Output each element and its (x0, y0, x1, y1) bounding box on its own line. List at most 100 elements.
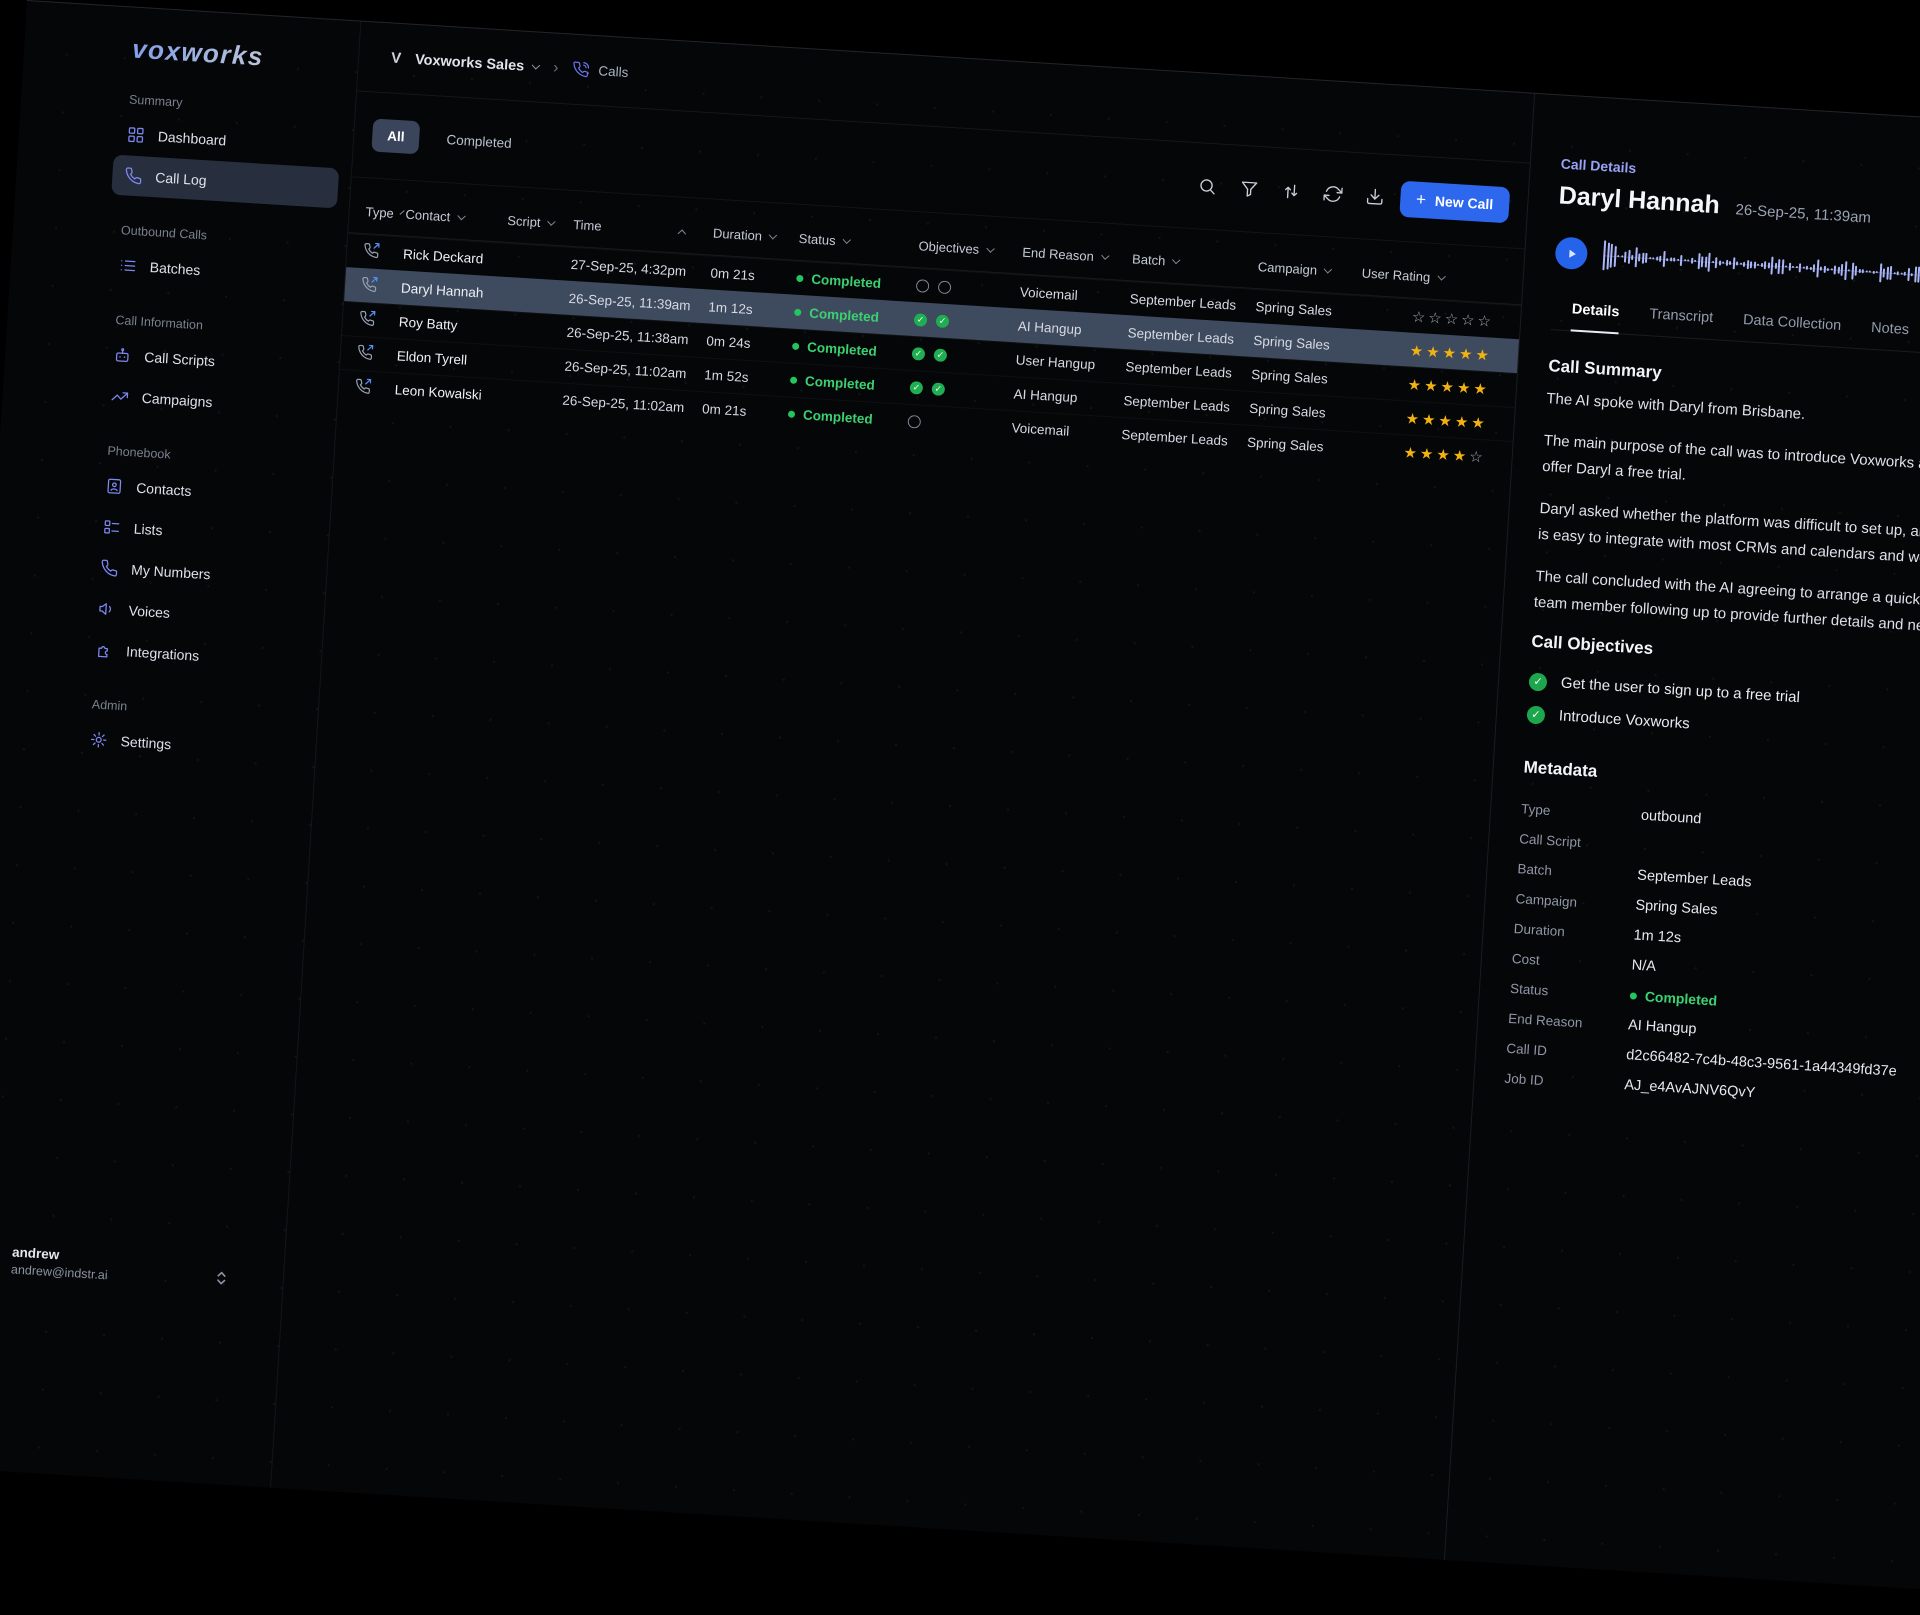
details-tab-notes[interactable]: Notes (1870, 320, 1910, 351)
star-icon: ★ (1426, 342, 1444, 361)
cell-status: Completed (788, 270, 909, 292)
sidebar-item-label: Call Log (155, 169, 207, 188)
cell-time: 26-Sep-25, 11:02am (556, 358, 697, 382)
star-icon: ★ (1405, 409, 1423, 428)
chevron-down-icon (1101, 251, 1109, 259)
cell-duration: 0m 24s (698, 333, 785, 353)
star-icon: ★ (1438, 411, 1456, 430)
cell-objectives: ✓✓ (901, 380, 1006, 399)
star-icon: ☆ (1444, 309, 1462, 328)
refresh-icon[interactable] (1323, 184, 1343, 204)
sidebar-item-label: Settings (120, 733, 171, 752)
cell-objectives: ✓✓ (906, 313, 1011, 332)
star-icon: ☆ (1477, 311, 1495, 330)
details-tab-data-collection[interactable]: Data Collection (1742, 312, 1842, 347)
app-logo: voxworks (131, 34, 358, 79)
cell-time: 27-Sep-25, 4:32pm (562, 256, 703, 280)
star-icon: ★ (1442, 343, 1460, 362)
cell-batch: September Leads (1117, 359, 1244, 382)
tab-completed[interactable]: Completed (431, 122, 528, 161)
cell-script (491, 362, 557, 366)
account-switcher-icon[interactable] (215, 1269, 227, 1287)
breadcrumb-separator: › (553, 59, 559, 77)
sidebar-item-settings[interactable]: Settings (77, 719, 305, 773)
metadata-list: TypeoutboundCall ScriptBatchSeptember Le… (1504, 793, 1920, 1127)
tab-all[interactable]: All (371, 118, 420, 154)
star-icon: ★ (1456, 378, 1474, 397)
status-label: Completed (805, 374, 876, 393)
cell-script (493, 328, 559, 332)
lists-icon (102, 518, 121, 537)
details-body: Call Summary The AI spoke with Daryl fro… (1504, 356, 1920, 1127)
objective-label: Get the user to sign up to a free trial (1560, 674, 1800, 706)
objective-check-icon: ✓ (1526, 705, 1545, 724)
metadata-label: Cost (1512, 950, 1633, 972)
play-button[interactable] (1554, 236, 1588, 270)
filter-icon[interactable] (1239, 179, 1259, 199)
star-icon: ☆ (1411, 307, 1429, 326)
column-header-user-rating[interactable]: User Rating (1353, 265, 1523, 290)
sidebar-item-label: Contacts (136, 480, 192, 499)
breadcrumb-workspace[interactable]: Voxworks Sales (415, 51, 540, 75)
new-call-label: New Call (1435, 192, 1494, 212)
cell-contact: Eldon Tyrell (388, 348, 491, 369)
cell-contact: Daryl Hannah (393, 280, 496, 301)
objective-label: Introduce Voxworks (1558, 707, 1690, 732)
objective-met-icon: ✓ (912, 347, 926, 361)
column-header-label: Type (365, 204, 394, 221)
column-header-objectives[interactable]: Objectives (910, 238, 1015, 259)
sort-asc-icon (678, 229, 686, 237)
cell-duration: 0m 21s (702, 265, 789, 285)
status-label: Completed (803, 407, 874, 426)
star-icon: ★ (1419, 444, 1437, 463)
star-icon: ★ (1407, 375, 1425, 394)
chevron-down-icon (1324, 265, 1332, 273)
status-label: Completed (809, 306, 880, 325)
new-call-button[interactable]: + New Call (1399, 180, 1510, 223)
cell-objectives (899, 414, 1004, 433)
breadcrumb-page[interactable]: Calls (572, 61, 629, 81)
column-header-batch[interactable]: Batch (1124, 251, 1251, 274)
sidebar-item-label: Campaigns (141, 390, 213, 410)
column-header-time[interactable]: Time (565, 216, 706, 240)
search-icon[interactable] (1197, 176, 1217, 196)
details-tab-transcript[interactable]: Transcript (1648, 306, 1714, 339)
call-contact-name: Daryl Hannah (1558, 181, 1721, 220)
settings-icon (89, 730, 108, 749)
objective-unmet-icon (938, 280, 952, 294)
status-dot-icon (788, 411, 795, 418)
metadata-label: Job ID (1504, 1070, 1625, 1092)
column-header-end-reason[interactable]: End Reason (1014, 244, 1125, 266)
cell-status: Completed (780, 406, 901, 428)
cell-batch: September Leads (1121, 291, 1248, 314)
column-header-campaign[interactable]: Campaign (1250, 259, 1355, 280)
cell-end-reason: AI Hangup (1009, 318, 1120, 340)
column-header-script[interactable]: Script (499, 212, 566, 231)
objective-met-icon: ✓ (909, 381, 923, 395)
sidebar-item-batches[interactable]: Batches (106, 244, 334, 298)
status-label: Completed (1644, 988, 1717, 1008)
download-icon[interactable] (1365, 187, 1385, 207)
cell-batch: September Leads (1119, 325, 1246, 348)
column-header-type[interactable]: Type (349, 203, 398, 221)
details-tab-details[interactable]: Details (1571, 301, 1620, 334)
sidebar-nav: SummaryDashboardCall LogOutbound CallsBa… (89, 92, 356, 773)
star-icon: ★ (1452, 446, 1470, 465)
column-header-status[interactable]: Status (790, 230, 911, 252)
cell-script (497, 260, 563, 264)
column-header-contact[interactable]: Contact (397, 206, 500, 227)
star-icon: ★ (1459, 344, 1477, 363)
metadata-label: Duration (1513, 921, 1634, 943)
column-header-duration[interactable]: Duration (705, 225, 792, 245)
sort-icon[interactable] (1281, 181, 1301, 201)
outbound-call-icon (363, 242, 380, 259)
chevron-down-icon (842, 236, 850, 244)
cell-user-rating: ☆☆☆☆☆ (1351, 303, 1521, 331)
breadcrumb-page-label: Calls (598, 63, 629, 80)
audio-waveform[interactable] (1602, 237, 1920, 299)
user-account[interactable]: andrew andrew@indstr.ai (11, 1244, 253, 1291)
cell-type (340, 343, 389, 365)
call-summary: The AI spoke with Daryl from Brisbane.Th… (1533, 386, 1920, 650)
outbound-call-icon (354, 378, 371, 395)
objective-check-icon: ✓ (1528, 672, 1547, 691)
